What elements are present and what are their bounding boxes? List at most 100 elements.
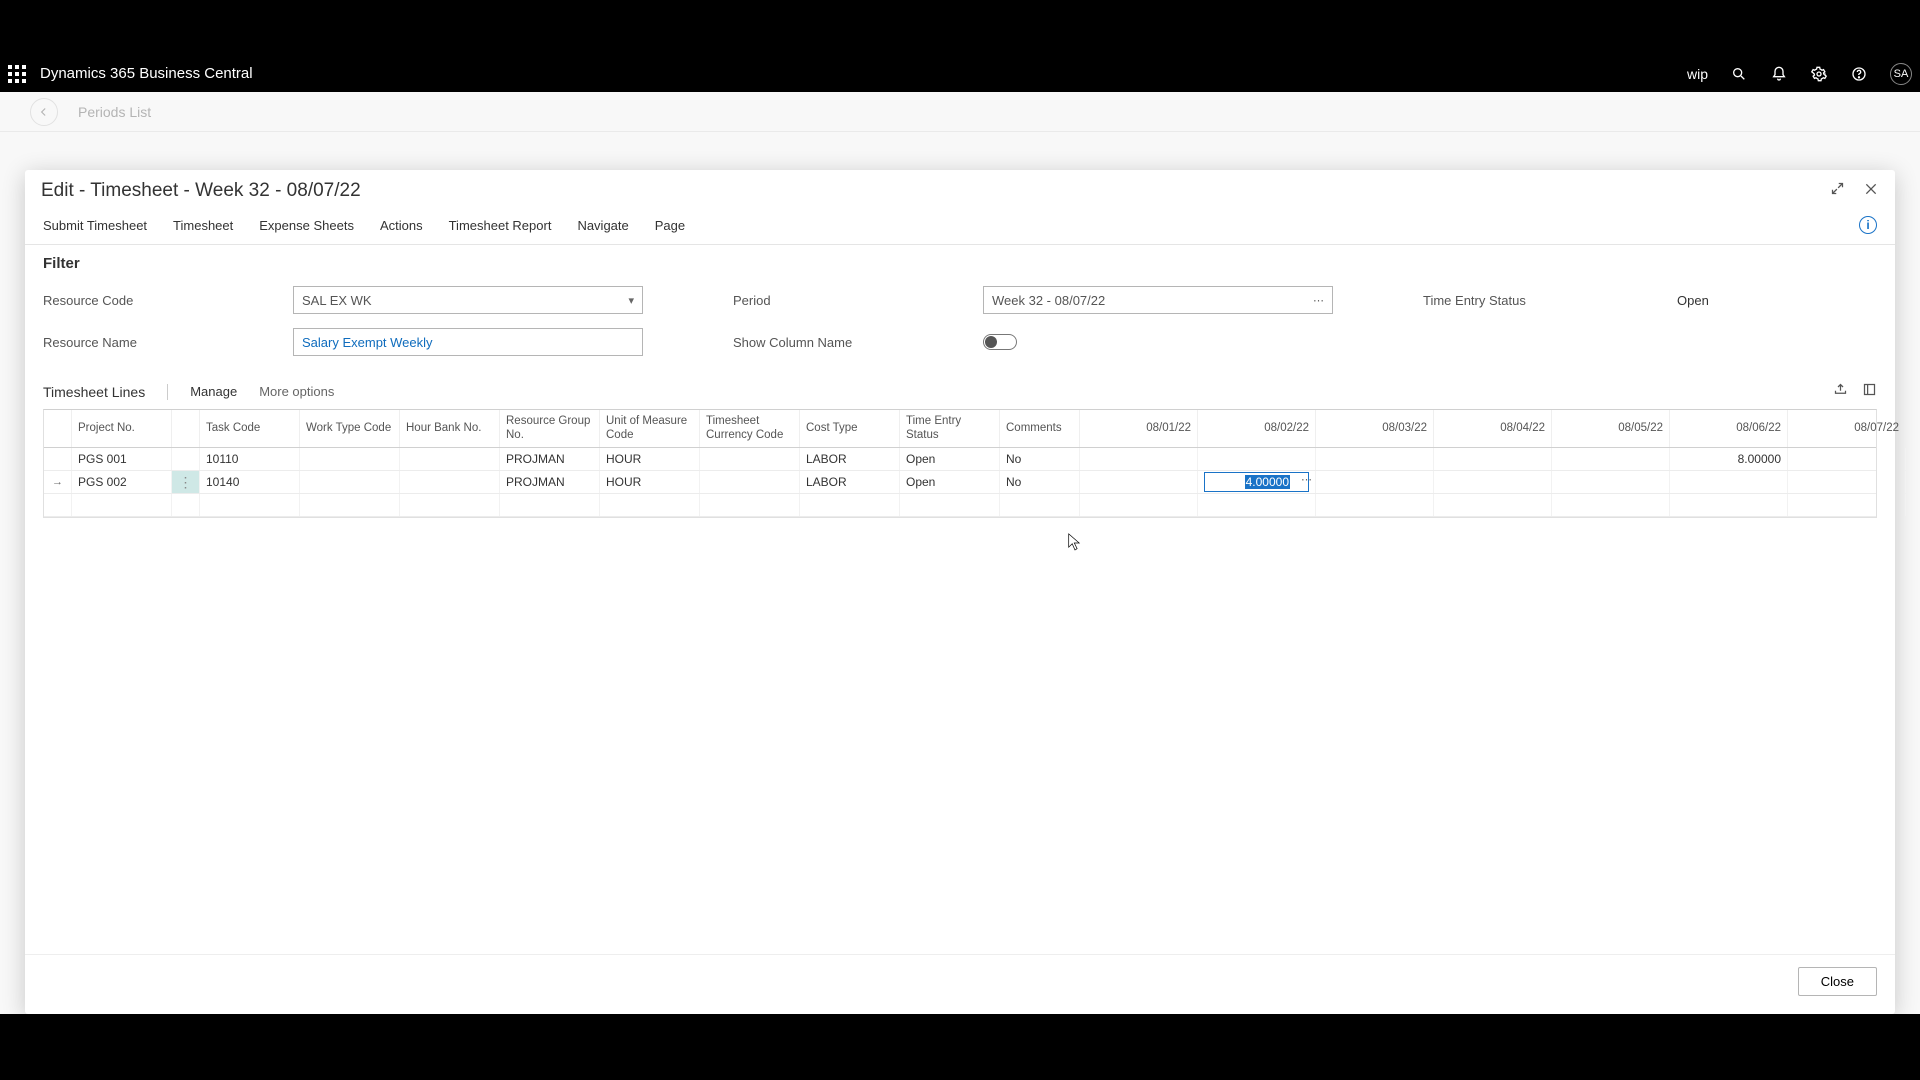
share-icon[interactable]	[1833, 382, 1848, 401]
col-d2[interactable]: 08/02/22	[1198, 410, 1316, 447]
maximize-icon[interactable]	[1862, 382, 1877, 401]
cell-d3[interactable]	[1316, 448, 1434, 470]
cell-worktype[interactable]	[300, 448, 400, 470]
page-title: Edit - Timesheet - Week 32 - 08/07/22	[41, 180, 361, 202]
cell-curr[interactable]	[700, 471, 800, 493]
cell-resgroup[interactable]: PROJMAN	[500, 448, 600, 470]
cell-d2-editing[interactable]: 4.00000 ⋯	[1198, 471, 1316, 493]
col-d7[interactable]: 08/07/22	[1788, 410, 1906, 447]
resource-name-label: Resource Name	[43, 335, 293, 350]
timesheet-action[interactable]: Timesheet	[173, 218, 233, 233]
breadcrumb-item[interactable]: Periods List	[78, 104, 151, 120]
close-button[interactable]: Close	[1798, 967, 1877, 996]
search-icon[interactable]	[1730, 65, 1748, 83]
cell-hourbank[interactable]	[400, 448, 500, 470]
table-row[interactable]: → PGS 002 ⋮ 10140 PROJMAN HOUR LABOR Ope…	[44, 471, 1876, 494]
cell-d4[interactable]	[1434, 471, 1552, 493]
notifications-icon[interactable]	[1770, 65, 1788, 83]
time-entry-status-label: Time Entry Status	[1423, 293, 1673, 308]
col-worktype[interactable]: Work Type Code	[300, 410, 400, 447]
navigate-action[interactable]: Navigate	[577, 218, 628, 233]
submit-timesheet-action[interactable]: Submit Timesheet	[43, 218, 147, 233]
cell-d1[interactable]	[1080, 471, 1198, 493]
cell-costtype[interactable]: LABOR	[800, 471, 900, 493]
ellipsis-icon[interactable]: ⋯	[1301, 473, 1312, 486]
resource-name-value: Salary Exempt Weekly	[302, 335, 433, 350]
cell-comments[interactable]: No	[1000, 448, 1080, 470]
table-header: Project No. Task Code Work Type Code Hou…	[44, 410, 1876, 448]
back-icon[interactable]	[30, 98, 58, 126]
close-icon[interactable]	[1863, 181, 1879, 202]
row-selector-icon[interactable]: →	[44, 471, 72, 493]
resource-code-label: Resource Code	[43, 293, 293, 308]
cell-costtype[interactable]: LABOR	[800, 448, 900, 470]
col-task[interactable]: Task Code	[200, 410, 300, 447]
cell-uom[interactable]: HOUR	[600, 448, 700, 470]
expand-icon[interactable]	[1830, 181, 1845, 202]
cell-task[interactable]: 10140	[200, 471, 300, 493]
cell-d4[interactable]	[1434, 448, 1552, 470]
cell-d5[interactable]	[1552, 471, 1670, 493]
col-d1[interactable]: 08/01/22	[1080, 410, 1198, 447]
row-menu-icon[interactable]: ⋮	[172, 471, 200, 493]
info-icon[interactable]: i	[1859, 216, 1877, 234]
col-comments[interactable]: Comments	[1000, 410, 1080, 447]
page-action[interactable]: Page	[655, 218, 685, 233]
col-currency[interactable]: Timesheet Currency Code	[700, 410, 800, 447]
col-d5[interactable]: 08/05/22	[1552, 410, 1670, 447]
expense-sheets-action[interactable]: Expense Sheets	[259, 218, 354, 233]
lines-heading: Timesheet Lines	[43, 384, 145, 400]
more-options-action[interactable]: More options	[259, 384, 334, 399]
cell-curr[interactable]	[700, 448, 800, 470]
col-tes[interactable]: Time Entry Status	[900, 410, 1000, 447]
help-icon[interactable]	[1850, 65, 1868, 83]
user-avatar[interactable]: SA	[1890, 63, 1912, 85]
cell-d6[interactable]: 8.00000	[1670, 448, 1788, 470]
col-d6[interactable]: 08/06/22	[1670, 410, 1788, 447]
show-column-name-toggle[interactable]	[983, 334, 1017, 350]
col-uom[interactable]: Unit of Measure Code	[600, 410, 700, 447]
period-input[interactable]: Week 32 - 08/07/22 ⋯	[983, 286, 1333, 314]
col-d3[interactable]: 08/03/22	[1316, 410, 1434, 447]
cell-d3[interactable]	[1316, 471, 1434, 493]
cell-d7[interactable]	[1788, 471, 1906, 493]
timesheet-report-action[interactable]: Timesheet Report	[449, 218, 552, 233]
actions-menu[interactable]: Actions	[380, 218, 423, 233]
cell-resgroup[interactable]: PROJMAN	[500, 471, 600, 493]
col-d4[interactable]: 08/04/22	[1434, 410, 1552, 447]
cell-d5[interactable]	[1552, 448, 1670, 470]
show-column-name-label: Show Column Name	[733, 335, 983, 350]
col-resgroup[interactable]: Resource Group No.	[500, 410, 600, 447]
cell-hourbank[interactable]	[400, 471, 500, 493]
app-title: Dynamics 365 Business Central	[40, 65, 253, 82]
editing-value: 4.00000	[1245, 475, 1290, 489]
chevron-down-icon[interactable]: ▾	[628, 294, 634, 307]
cell-worktype[interactable]	[300, 471, 400, 493]
cell-d7[interactable]	[1788, 448, 1906, 470]
cell-tes[interactable]: Open	[900, 448, 1000, 470]
col-project[interactable]: Project No.	[72, 410, 172, 447]
cell-uom[interactable]: HOUR	[600, 471, 700, 493]
manage-action[interactable]: Manage	[190, 384, 237, 399]
cell-d1[interactable]	[1080, 448, 1198, 470]
cell-d2[interactable]	[1198, 448, 1316, 470]
table-row-empty[interactable]	[44, 494, 1876, 517]
cell-project[interactable]: PGS 001	[72, 448, 172, 470]
ellipsis-icon[interactable]: ⋯	[1313, 294, 1324, 307]
action-toolbar: Submit Timesheet Timesheet Expense Sheet…	[25, 206, 1895, 245]
app-launcher-icon[interactable]	[8, 65, 26, 83]
cell-d6[interactable]	[1670, 471, 1788, 493]
cell-project[interactable]: PGS 002	[72, 471, 172, 493]
app-header: Dynamics 365 Business Central wip SA	[0, 55, 1920, 92]
cell-task[interactable]: 10110	[200, 448, 300, 470]
col-hourbank[interactable]: Hour Bank No.	[400, 410, 500, 447]
table-row[interactable]: PGS 001 10110 PROJMAN HOUR LABOR Open No…	[44, 448, 1876, 471]
cell-comments[interactable]: No	[1000, 471, 1080, 493]
resource-name-link[interactable]: Salary Exempt Weekly	[293, 328, 643, 356]
col-costtype[interactable]: Cost Type	[800, 410, 900, 447]
env-badge[interactable]: wip	[1687, 66, 1708, 82]
settings-icon[interactable]	[1810, 65, 1828, 83]
cell-tes[interactable]: Open	[900, 471, 1000, 493]
period-label: Period	[733, 293, 983, 308]
resource-code-input[interactable]: SAL EX WK ▾	[293, 286, 643, 314]
